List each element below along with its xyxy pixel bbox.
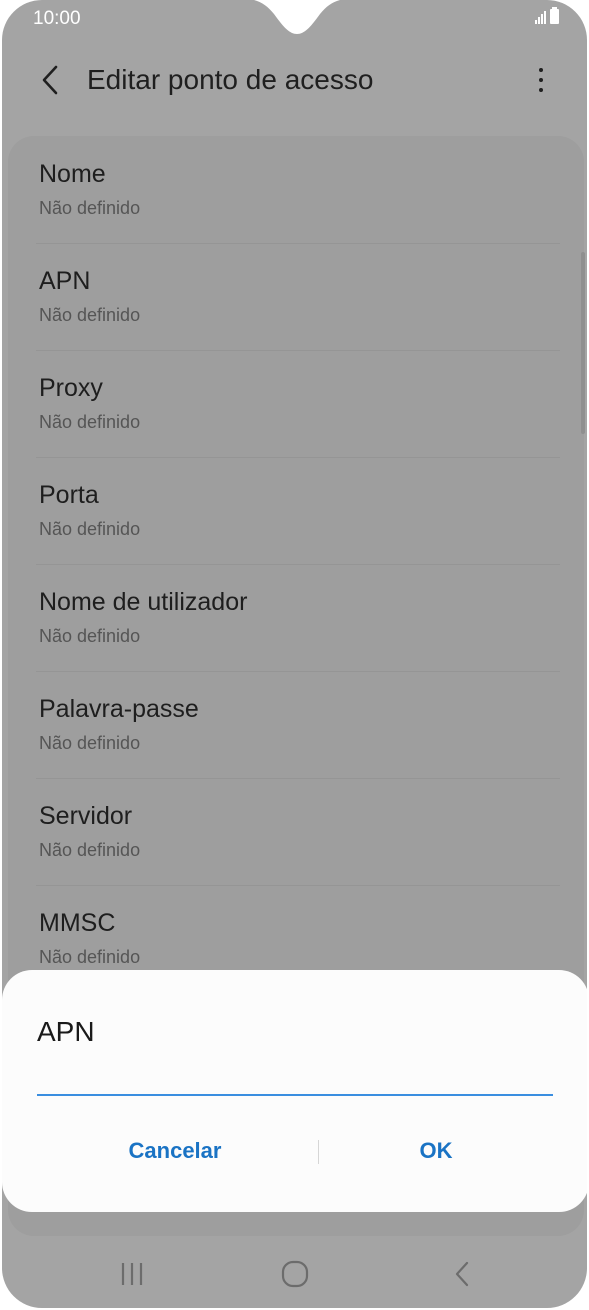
setting-summary: Não definido [39,626,141,646]
setting-title: Porta [39,481,99,509]
setting-summary: Não definido [39,412,141,432]
setting-summary: Não definido [39,947,141,967]
phone-screen: 10:00 Editar ponto de acesso Nome Não de… [2,0,587,1308]
setting-title: Proxy [39,374,103,402]
back-icon [455,1261,469,1287]
home-icon [281,1260,309,1288]
setting-item-porta[interactable]: Porta Não definido [36,457,560,565]
scrollbar[interactable] [581,252,585,434]
nav-back-button[interactable] [432,1254,492,1294]
setting-summary: Não definido [39,305,141,325]
setting-title: Nome de utilizador [39,588,248,616]
cancel-button[interactable]: Cancelar [32,1128,318,1174]
setting-title: Palavra-passe [39,695,199,723]
setting-title: Nome [39,160,106,188]
home-button[interactable] [265,1254,325,1294]
status-icons [535,7,559,24]
ok-button[interactable]: OK [318,1128,554,1174]
setting-item-apn[interactable]: APN Não definido [36,243,560,351]
battery-icon [550,7,559,24]
setting-summary: Não definido [39,198,141,218]
setting-summary: Não definido [39,733,141,753]
signal-icon [535,10,546,24]
app-bar: Editar ponto de acesso [2,50,587,110]
setting-item-servidor[interactable]: Servidor Não definido [36,778,560,886]
setting-item-proxy[interactable]: Proxy Não definido [36,350,560,458]
apn-dialog: APN Cancelar OK [2,970,587,1212]
status-time: 10:00 [33,8,81,29]
setting-item-palavra-passe[interactable]: Palavra-passe Não definido [36,671,560,779]
setting-item-nome-de-utilizador[interactable]: Nome de utilizador Não definido [36,564,560,672]
dialog-title: APN [37,1016,95,1047]
chevron-left-icon [42,65,58,95]
dialog-buttons: Cancelar OK [2,1128,587,1174]
back-button[interactable] [30,60,70,100]
apn-input[interactable] [37,1062,553,1096]
setting-title: Servidor [39,802,133,830]
more-vertical-icon [539,68,543,72]
more-options-button[interactable] [521,60,561,100]
setting-summary: Não definido [39,519,141,539]
navigation-bar [2,1240,587,1308]
recents-icon [121,1263,143,1285]
setting-title: MMSC [39,909,116,937]
setting-summary: Não definido [39,840,141,860]
setting-item-nome[interactable]: Nome Não definido [36,136,560,244]
setting-title: APN [39,267,91,295]
page-title: Editar ponto de acesso [87,64,374,95]
recents-button[interactable] [102,1254,162,1294]
camera-notch [253,0,341,34]
